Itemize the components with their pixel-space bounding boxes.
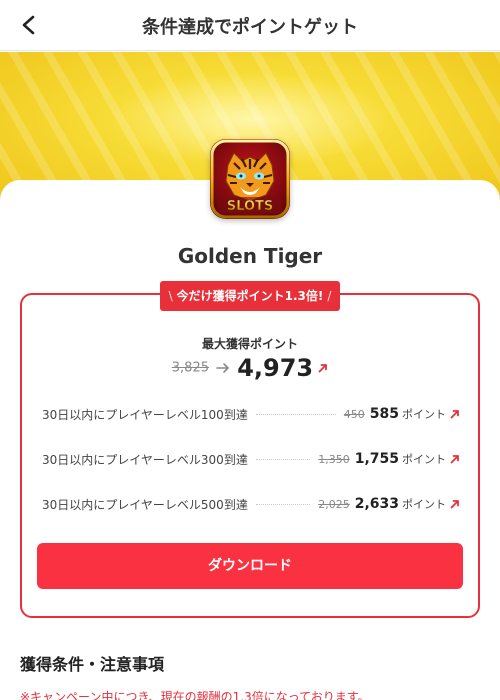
condition-label: 30日以内にプレイヤーレベル300到達 <box>42 452 248 467</box>
tiger-slots-logo: SLOTS <box>210 139 290 219</box>
app-icon-text: SLOTS <box>227 199 273 214</box>
condition-old-points: 2,025 <box>318 497 350 511</box>
badge-text: 今だけ獲得ポイント1.3倍! <box>176 289 324 303</box>
max-points-row: 3,825 4,973 <box>0 354 500 384</box>
trend-up-icon <box>450 500 459 509</box>
badge-prefix: \ <box>168 289 173 303</box>
top-bar: 条件達成でポイントゲット <box>0 0 500 51</box>
condition-unit: ポイント <box>402 498 446 511</box>
condition-new-points: 1,755 <box>354 451 399 467</box>
trend-up-icon <box>450 455 459 464</box>
condition-old-points: 450 <box>343 407 365 421</box>
condition-row: 30日以内にプレイヤーレベル300到達 1,350 1,755 ポイント <box>42 449 460 469</box>
dotted-leader <box>255 503 311 505</box>
campaign-notice: ※キャンペーン中につき、現在の報酬の1.3倍になっております。 <box>20 690 370 700</box>
app-name: Golden Tiger <box>177 244 323 268</box>
max-points-label: 最大獲得ポイント <box>201 337 298 351</box>
condition-unit: ポイント <box>402 408 446 421</box>
condition-label: 30日以内にプレイヤーレベル100到達 <box>42 407 248 422</box>
dotted-leader <box>255 413 336 415</box>
condition-unit: ポイント <box>402 453 446 466</box>
condition-new-points: 585 <box>369 406 399 422</box>
download-button[interactable]: ダウンロード <box>37 543 463 589</box>
trend-up-icon <box>318 364 328 373</box>
condition-label: 30日以内にプレイヤーレベル500到達 <box>42 497 248 512</box>
trend-up-icon <box>450 410 459 419</box>
max-points-old: 3,825 <box>171 360 209 376</box>
condition-old-points: 1,350 <box>318 452 350 466</box>
max-points-new: 4,973 <box>237 354 314 382</box>
condition-new-points: 2,633 <box>354 496 399 512</box>
app-icon: SLOTS <box>210 139 290 219</box>
page-title: 条件達成でポイントゲット <box>142 17 358 38</box>
arrow-right-icon <box>216 363 229 373</box>
promo-badge: \ 今だけ獲得ポイント1.3倍! / <box>160 281 340 311</box>
badge-suffix: / <box>327 289 332 303</box>
condition-row: 30日以内にプレイヤーレベル100到達 450 585 ポイント <box>42 404 460 424</box>
terms-heading: 獲得条件・注意事項 <box>20 655 165 674</box>
dotted-leader <box>255 458 311 460</box>
condition-row: 30日以内にプレイヤーレベル500到達 2,025 2,633 ポイント <box>42 494 460 514</box>
